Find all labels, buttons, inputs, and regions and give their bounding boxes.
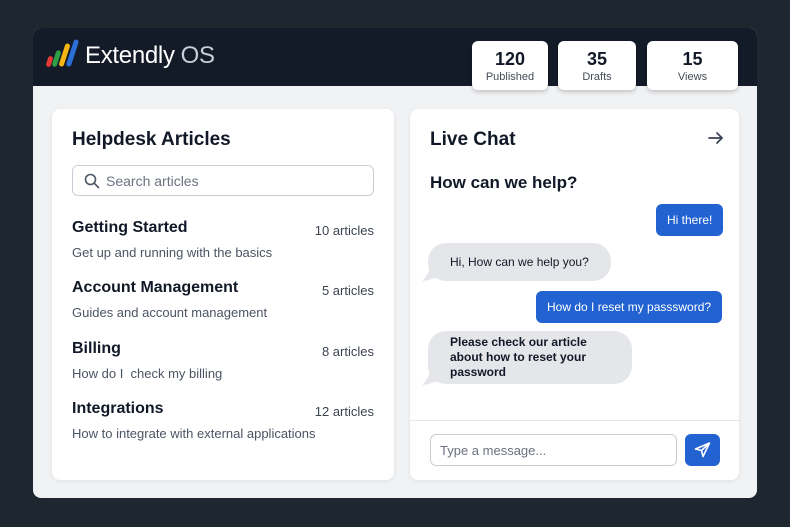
stat-value: 120 bbox=[494, 49, 526, 69]
helpdesk-panel: Helpdesk Articles Getting Started 10 art… bbox=[52, 109, 394, 480]
article-title: Integrations bbox=[72, 400, 164, 417]
article-category-integrations[interactable]: Integrations 12 articles How to integrat… bbox=[72, 400, 374, 450]
chat-subtitle: How can we help? bbox=[430, 173, 578, 192]
message-input[interactable] bbox=[430, 434, 677, 466]
article-description: Guides and account management bbox=[72, 305, 268, 320]
stat-value: 15 bbox=[682, 49, 703, 69]
send-icon bbox=[694, 442, 711, 458]
stat-label: Drafts bbox=[582, 71, 612, 83]
stat-value: 35 bbox=[586, 49, 608, 69]
stat-drafts[interactable]: 35 Drafts bbox=[558, 41, 636, 90]
article-description: How do I check my billing bbox=[72, 366, 223, 381]
chat-message-user: How do I reset my passsword? bbox=[536, 291, 723, 323]
logo-bars-icon bbox=[46, 39, 79, 67]
article-category-getting-started[interactable]: Getting Started 10 articles Get up and r… bbox=[72, 219, 374, 269]
search-input[interactable] bbox=[106, 171, 366, 191]
search-box[interactable] bbox=[72, 165, 374, 196]
divider bbox=[410, 420, 739, 421]
article-count: 5 articles bbox=[321, 283, 374, 298]
article-title: Account Management bbox=[72, 279, 239, 296]
chat-message-text: Please check our article about how to re… bbox=[450, 335, 587, 379]
helpdesk-title: Helpdesk Articles bbox=[72, 129, 231, 150]
top-bar: Extendly OS 120 Published 35 Drafts 15 Vi… bbox=[33, 28, 757, 90]
chat-title: Live Chat bbox=[430, 129, 516, 150]
article-category-billing[interactable]: Billing 8 articles How do I check my bil… bbox=[72, 340, 374, 390]
live-chat-panel: Live Chat How can we help? Hi there! Hi,… bbox=[410, 109, 739, 480]
article-title: Billing bbox=[72, 340, 121, 357]
chat-message-agent: Hi, How can we help you? bbox=[428, 243, 611, 281]
search-icon bbox=[84, 173, 100, 189]
article-title: Getting Started bbox=[72, 219, 188, 236]
article-description: How to integrate with external applicati… bbox=[72, 426, 316, 441]
brand-name-text: Extendly bbox=[85, 42, 175, 69]
brand-suffix: OS bbox=[180, 42, 215, 69]
article-category-account-management[interactable]: Account Management 5 articles Guides and… bbox=[72, 279, 374, 329]
article-description: Get up and running with the basics bbox=[72, 245, 273, 260]
stat-label: Views bbox=[677, 71, 708, 83]
send-button[interactable] bbox=[685, 434, 720, 466]
chat-message-user: Hi there! bbox=[656, 204, 724, 236]
stat-views[interactable]: 15 Views bbox=[647, 41, 738, 90]
stat-label: Published bbox=[485, 71, 535, 83]
chat-message-agent: Please check our article about how to re… bbox=[428, 331, 632, 384]
article-count: 8 articles bbox=[321, 344, 374, 359]
stat-published[interactable]: 120 Published bbox=[472, 41, 548, 90]
article-count: 10 articles bbox=[314, 223, 374, 238]
brand-name[interactable]: Extendly OS bbox=[85, 42, 215, 70]
app-window: Extendly OS 120 Published 35 Drafts 15 Vi… bbox=[33, 28, 757, 498]
arrow-right-icon[interactable] bbox=[707, 129, 725, 147]
article-count: 12 articles bbox=[314, 404, 374, 419]
